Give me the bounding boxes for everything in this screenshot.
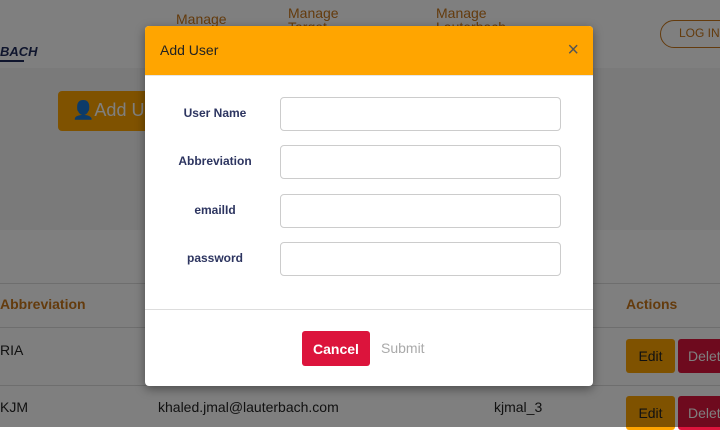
cancel-button[interactable]: Cancel (302, 331, 370, 366)
user-name-input[interactable] (280, 97, 561, 131)
abbreviation-input[interactable] (280, 145, 561, 179)
label-password: password (186, 251, 243, 265)
modal-footer-divider (145, 309, 593, 310)
modal-header: Add User × (145, 26, 593, 76)
email-input[interactable] (280, 194, 561, 228)
label-abbreviation: Abbreviation (178, 154, 252, 168)
label-email: emailId (194, 203, 236, 217)
submit-button[interactable]: Submit (381, 340, 425, 356)
password-input[interactable] (280, 242, 561, 276)
modal-title: Add User (160, 42, 219, 58)
label-user-name: User Name (183, 106, 247, 120)
close-icon[interactable]: × (567, 39, 579, 62)
add-user-modal: Add User × User Name Abbreviation emailI… (145, 26, 593, 386)
